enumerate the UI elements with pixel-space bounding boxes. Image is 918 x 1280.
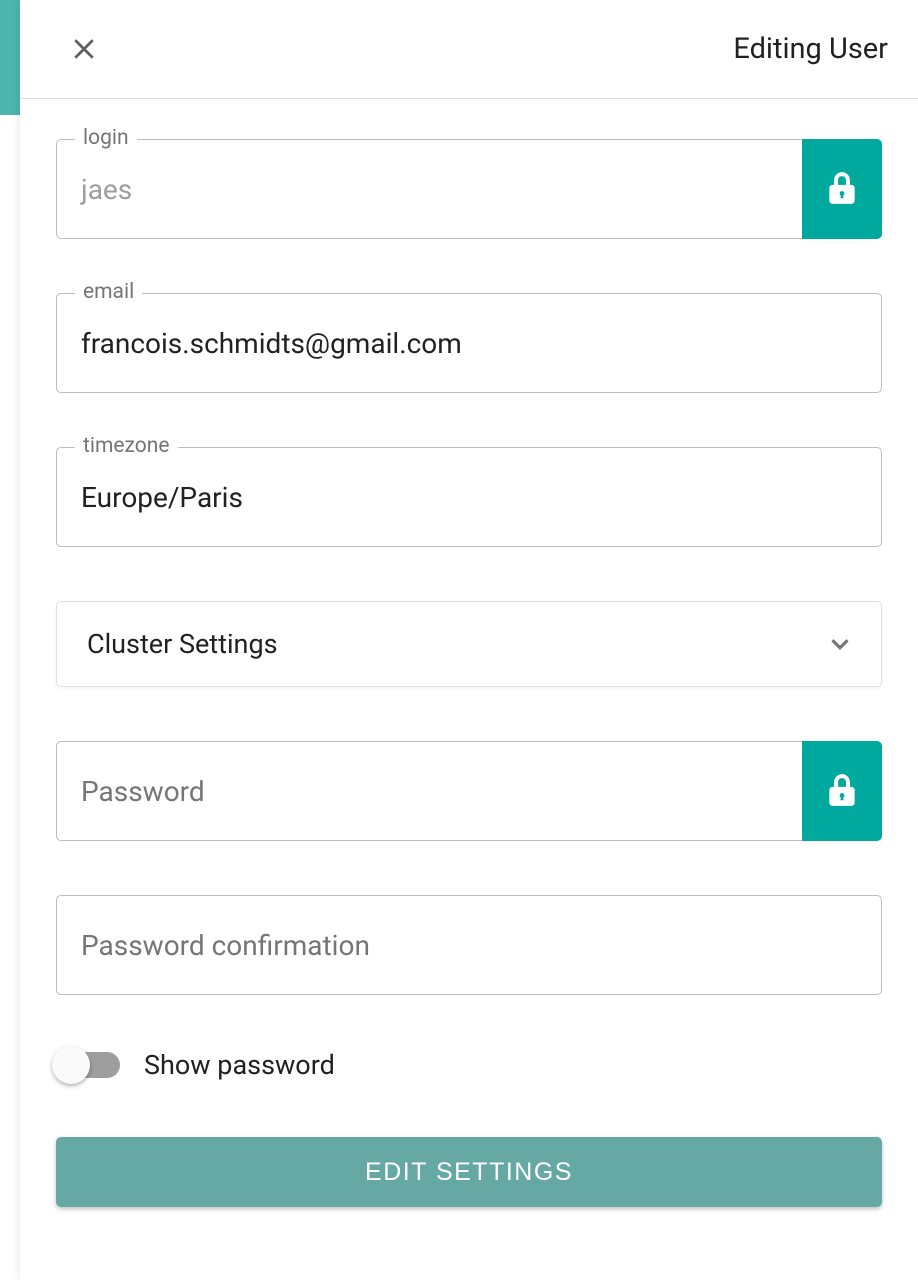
email-input[interactable] [81, 327, 857, 360]
edit-user-form: login jaes email timezone [20, 99, 918, 1227]
lock-icon [823, 771, 861, 812]
show-password-row: Show password [56, 1049, 882, 1081]
email-field-wrap: email [56, 293, 882, 393]
edit-settings-button[interactable]: EDIT SETTINGS [56, 1137, 882, 1207]
timezone-label: timezone [75, 436, 178, 457]
timezone-input[interactable] [81, 481, 857, 514]
email-field[interactable]: email [56, 293, 882, 393]
login-label: login [75, 128, 137, 149]
password-confirm-input[interactable] [81, 929, 857, 962]
close-icon [69, 34, 99, 64]
password-input[interactable] [81, 775, 778, 808]
switch-thumb [52, 1046, 90, 1084]
chevron-down-icon [825, 629, 855, 659]
timezone-field-wrap: timezone [56, 447, 882, 547]
left-accent-bar [0, 0, 20, 115]
login-field-wrap: login jaes [56, 139, 882, 239]
password-field[interactable] [56, 741, 802, 841]
password-field-wrap [56, 741, 882, 841]
cluster-settings-label: Cluster Settings [87, 628, 278, 660]
password-confirm-field[interactable] [56, 895, 882, 995]
show-password-toggle[interactable] [56, 1052, 120, 1078]
login-value: jaes [81, 173, 778, 206]
login-field[interactable]: login jaes [56, 139, 802, 239]
cluster-settings-accordion[interactable]: Cluster Settings [56, 601, 882, 687]
lock-icon [823, 169, 861, 210]
password-confirm-field-wrap [56, 895, 882, 995]
panel-title: Editing User [733, 32, 888, 66]
email-label: email [75, 282, 142, 303]
login-lock-button[interactable] [802, 139, 882, 239]
edit-user-panel: Editing User login jaes email [20, 0, 918, 1280]
timezone-field[interactable]: timezone [56, 447, 882, 547]
show-password-label: Show password [144, 1049, 335, 1081]
password-lock-button[interactable] [802, 741, 882, 841]
panel-header: Editing User [20, 0, 918, 99]
close-button[interactable] [65, 30, 103, 68]
